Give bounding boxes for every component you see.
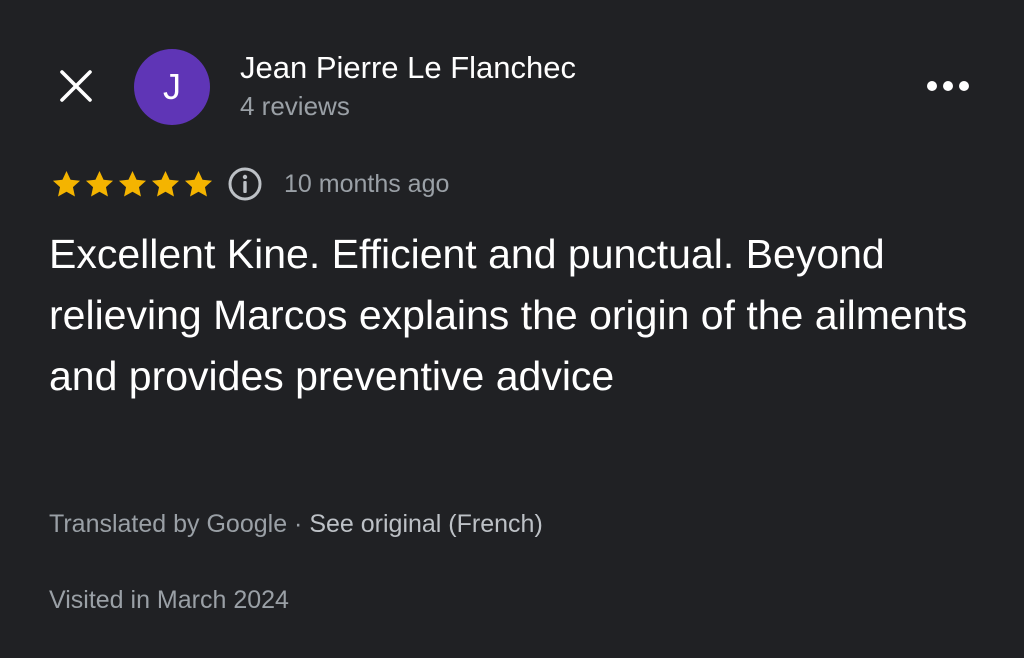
close-icon [60,70,92,102]
see-original-link[interactable]: See original (French) [309,510,542,538]
reviewer-name[interactable]: Jean Pierre Le Flanchec [240,50,576,86]
avatar[interactable]: J [134,49,210,125]
review-time: 10 months ago [284,169,450,198]
star-icon [151,170,180,197]
more-options-button[interactable] [920,70,976,102]
rating-row: 10 months ago [50,164,449,204]
star-icon [118,170,147,197]
separator: · [287,510,310,538]
star-icon [184,170,213,197]
translation-info: Translated by Google · See original (Fre… [49,510,543,539]
reviewer-review-count: 4 reviews [240,91,350,121]
more-horizontal-icon [927,81,969,91]
translated-by-label: Translated by Google [49,510,288,538]
avatar-initial: J [163,66,181,107]
review-text: Excellent Kine. Efficient and punctual. … [49,231,968,399]
close-button[interactable] [56,66,96,106]
star-rating [50,168,215,201]
visited-date: Visited in March 2024 [49,586,289,614]
star-icon [85,170,114,197]
info-icon[interactable] [227,166,263,202]
star-icon [52,170,81,197]
